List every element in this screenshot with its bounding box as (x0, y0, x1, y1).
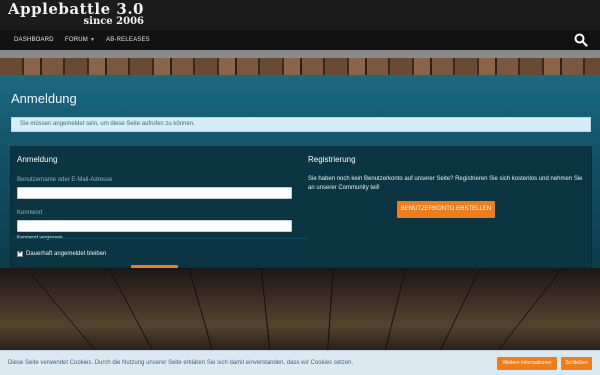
header-divider (0, 50, 600, 58)
register-section-title: Registrierung (308, 155, 356, 164)
floor-plank-line (440, 268, 481, 350)
login-register-box: Anmeldung Benutzername oder E-Mail-Adres… (10, 146, 592, 268)
remember-me-label: Dauerhaft angemeldet bleiben (26, 251, 107, 257)
nav-item-dashboard[interactable]: DASHBOARD (14, 30, 54, 50)
floor-plank-line (327, 268, 334, 350)
remember-me-checkbox[interactable]: ✔ (17, 250, 24, 257)
floor-plank-line (25, 268, 96, 350)
nav-item-label: AB-RELEASES (106, 37, 150, 43)
username-label: Benutzername oder E-Mail-Adresse (17, 177, 113, 183)
page-title: Anmeldung (11, 91, 77, 106)
chevron-down-icon: ▼ (90, 37, 96, 43)
login-required-notice: Sie müssen angemeldet sein, um diese Sei… (11, 117, 591, 132)
floor-plank-line (497, 268, 564, 350)
form-divider (12, 238, 308, 239)
create-account-button[interactable]: BENUTZERKONTO ERSTELLEN (397, 201, 495, 218)
floor-plank-line (260, 268, 271, 350)
wood-floor-background (0, 268, 600, 350)
check-icon: ✔ (18, 250, 24, 256)
main-content: Anmeldung Sie müssen angemeldet sein, um… (0, 75, 600, 268)
floor-plank-line (188, 268, 213, 350)
register-description: Sie haben noch kein Benutzerkonto auf un… (308, 176, 583, 191)
nav-item-label: DASHBOARD (14, 37, 54, 43)
password-label: Kennwort (17, 210, 43, 216)
main-navigation: DASHBOARD FORUM ▼ AB-RELEASES (0, 30, 600, 50)
logo-title: Applebattle 3.0 (8, 0, 144, 18)
nav-item-label: FORUM (65, 37, 88, 43)
cookie-consent-bar: Diese Seite verwendet Cookies. Durch die… (0, 350, 600, 375)
logo-subtitle: since 2006 (83, 16, 144, 27)
floor-plank-line (384, 268, 407, 350)
search-icon[interactable] (574, 33, 588, 47)
site-header: Applebattle 3.0 since 2006 (0, 0, 600, 30)
wood-background-top (0, 58, 600, 75)
password-field[interactable] (17, 220, 292, 232)
username-field[interactable] (17, 187, 292, 199)
notice-text: Sie müssen angemeldet sein, um diese Sei… (20, 121, 195, 127)
more-info-button[interactable]: Weitere Informationen (497, 357, 557, 370)
login-section-title: Anmeldung (17, 155, 58, 164)
close-cookie-button[interactable]: Schließen (561, 357, 592, 370)
nav-item-ab-releases[interactable]: AB-RELEASES (106, 30, 150, 50)
site-logo[interactable]: Applebattle 3.0 since 2006 (8, 1, 144, 27)
nav-item-forum[interactable]: FORUM ▼ (65, 30, 95, 50)
cookie-text: Diese Seite verwendet Cookies. Durch die… (8, 360, 354, 366)
floor-plank-line (108, 268, 153, 350)
